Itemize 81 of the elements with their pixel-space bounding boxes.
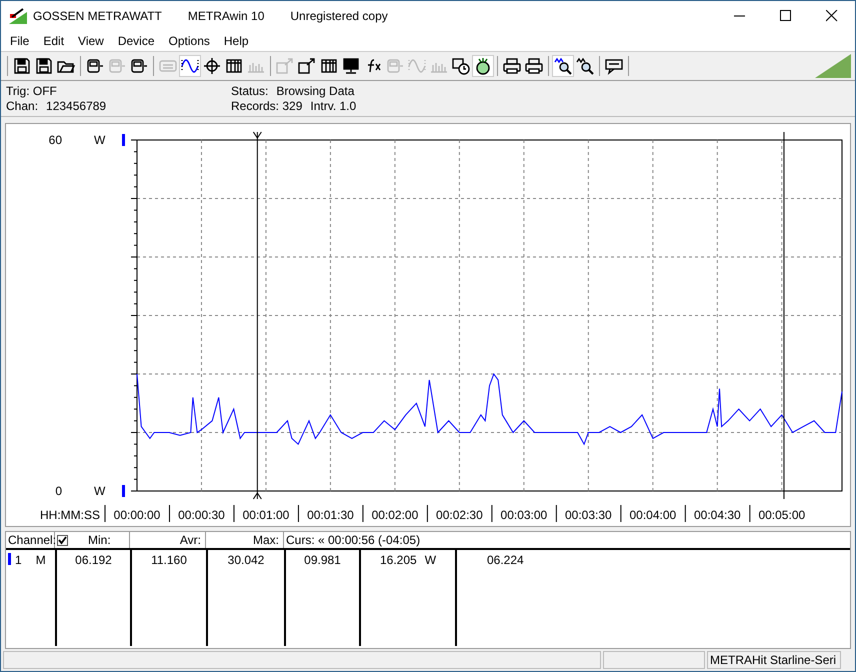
status-value: Browsing Data — [276, 84, 354, 98]
cursor-line[interactable] — [252, 132, 262, 500]
menu-item[interactable]: Edit — [36, 34, 72, 48]
unit-label: W — [424, 553, 436, 567]
table-cell: 16.205 — [380, 553, 417, 567]
close-icon — [826, 10, 838, 22]
y-tick-label: 60 — [48, 133, 62, 147]
trigger-status: Trig: OFF — [6, 84, 58, 98]
checkbox[interactable] — [57, 534, 68, 546]
printer-icon — [502, 57, 522, 75]
time-tick-label: 00:00:00 — [114, 508, 160, 522]
meter-icon — [107, 57, 127, 75]
wave-icon-button[interactable] — [179, 55, 201, 77]
window-title: METRAwin 10 — [188, 9, 264, 23]
column-header: Min: — [88, 532, 111, 548]
menu-item[interactable]: View — [71, 34, 111, 48]
table-cell: 06.224 — [487, 553, 524, 567]
maximize-icon — [780, 10, 792, 22]
time-tick-label: 00:02:00 — [372, 508, 418, 522]
device-name: METRAHit Starline-Seri — [710, 653, 836, 667]
window-title: Unregistered copy — [290, 9, 388, 23]
channel-marker — [122, 134, 125, 146]
zoom-icon — [575, 57, 595, 75]
time-tick-label: 00:01:30 — [307, 508, 354, 522]
wave-icon — [407, 57, 427, 75]
time-tick-label: 00:05:00 — [758, 508, 806, 522]
printer-icon — [524, 57, 544, 75]
channel-list: 123456789 — [46, 99, 106, 113]
crosshair-icon-button[interactable] — [201, 55, 223, 77]
time-tick-label: 00:03:30 — [565, 508, 612, 522]
bug-icon-button[interactable] — [472, 55, 494, 77]
monitor-icon — [341, 57, 361, 75]
time-tick-label: 00:01:00 — [242, 508, 290, 522]
records-count: Records: 329 — [231, 99, 302, 113]
menu-item[interactable]: File — [3, 34, 36, 48]
zoom-icon — [553, 57, 573, 75]
time-tick-label: 00:02:30 — [436, 508, 483, 522]
channel-marker — [122, 485, 125, 497]
zoom-icon-button[interactable] — [552, 55, 574, 77]
table-cell: 06.192 — [75, 553, 112, 567]
table-cell: 11.160 — [151, 553, 187, 567]
channel-number: 1 — [15, 553, 22, 567]
column-header: Avr: — [130, 532, 206, 548]
table-icon — [224, 57, 244, 75]
window-title: GOSSEN METRAWATT — [33, 9, 162, 23]
menu-item[interactable]: Device — [110, 34, 162, 48]
floppy-icon — [34, 57, 54, 75]
export-icon — [275, 57, 295, 75]
x-axis-label: HH:MM:SS — [40, 508, 100, 522]
speech-bubble-icon — [604, 57, 624, 75]
meter-icon — [85, 57, 105, 75]
time-tick-label: 00:04:00 — [630, 508, 676, 522]
floppy-icon — [12, 57, 32, 75]
unit-label: W — [94, 484, 106, 498]
meter-icon — [129, 57, 149, 75]
menu-item[interactable]: Help — [216, 34, 256, 48]
logo-icon — [815, 54, 851, 78]
channel-mode: M — [36, 553, 46, 567]
column-header: Channel: — [6, 532, 55, 548]
column-header: Curs: « 00:00:56 (-04:05) — [285, 532, 422, 548]
table-icon — [319, 57, 339, 75]
channel-label: Chan: — [6, 99, 38, 113]
zoom-icon-button[interactable] — [574, 55, 596, 77]
meter-icon — [385, 57, 405, 75]
crosshair-icon — [202, 57, 222, 75]
time-tick-label: 00:00:30 — [178, 508, 225, 522]
time-tick-label: 00:04:30 — [694, 508, 741, 522]
status-label: Status: — [231, 84, 268, 98]
unit-label: W — [94, 133, 106, 147]
time-tick-label: 00:03:00 — [500, 508, 548, 522]
interval-value: Intrv. 1.0 — [310, 99, 356, 113]
table-cell: 09.981 — [304, 553, 341, 567]
export-icon — [297, 57, 317, 75]
table-cell: 30.042 — [228, 553, 264, 567]
y-tick-label: 0 — [55, 484, 62, 498]
clock-icon — [451, 57, 471, 75]
column-header: Max: — [206, 532, 284, 548]
cursor-line[interactable] — [783, 132, 784, 500]
wave-icon — [180, 57, 200, 75]
menu-item[interactable]: Options — [162, 34, 217, 48]
app-logo-icon — [9, 8, 27, 24]
